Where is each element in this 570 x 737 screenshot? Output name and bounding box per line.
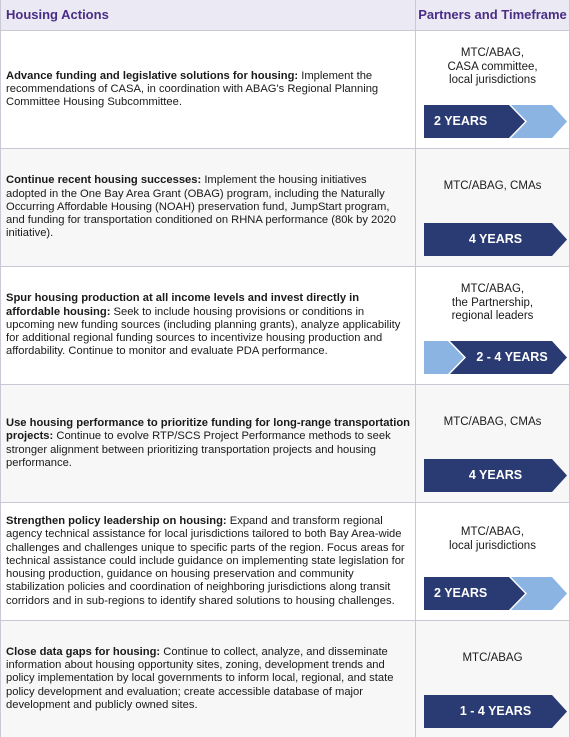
partners-cell: MTC/ABAG, CMAs 4 YEARS: [416, 149, 569, 266]
partner-line: MTC/ABAG,: [460, 47, 525, 59]
action-description: Strengthen policy leadership on housing:…: [6, 515, 410, 607]
partner-line: MTC/ABAG: [462, 652, 523, 664]
partners-text: MTC/ABAG, CMAs: [416, 416, 569, 430]
table-row: Advance funding and legislative solution…: [1, 31, 569, 149]
table-row: Strengthen policy leadership on housing:…: [1, 503, 569, 621]
action-cell: Advance funding and legislative solution…: [1, 31, 416, 148]
partners-cell: MTC/ABAG 1 - 4 YEARS: [416, 621, 569, 737]
action-title: Advance funding and legislative solution…: [6, 69, 299, 82]
timeframe-arrow: 4 YEARS: [424, 459, 567, 492]
action-description: Spur housing production at all income le…: [6, 292, 410, 358]
action-description: Advance funding and legislative solution…: [6, 70, 410, 110]
table-row: Use housing performance to prioritize fu…: [1, 385, 569, 503]
partners-cell: MTC/ABAG, local jurisdictions 2 YEARS: [416, 503, 569, 620]
partner-line: MTC/ABAG,: [460, 283, 525, 295]
timeframe-arrow: 2 - 4 YEARS: [424, 341, 567, 374]
action-cell: Close data gaps for housing: Continue to…: [1, 621, 416, 737]
timeframe-arrow: 4 YEARS: [424, 223, 567, 256]
partners-text: MTC/ABAG, local jurisdictions: [416, 526, 569, 553]
action-description: Close data gaps for housing: Continue to…: [6, 646, 410, 712]
partners-text: MTC/ABAG: [416, 652, 569, 666]
action-cell: Continue recent housing successes: Imple…: [1, 149, 416, 266]
timeframe-label: 2 - 4 YEARS: [476, 350, 548, 364]
partner-line: regional leaders: [451, 310, 534, 322]
partners-text: MTC/ABAG, the Partnership, regional lead…: [416, 283, 569, 324]
partner-line: MTC/ABAG, CMAs: [443, 416, 542, 428]
timeframe-label: 4 YEARS: [468, 232, 523, 246]
partner-line: CASA committee,: [447, 60, 538, 73]
action-body: Expand and transform regional agency tec…: [6, 515, 405, 607]
timeframe-label: 4 YEARS: [468, 468, 523, 482]
table-row: Spur housing production at all income le…: [1, 267, 569, 385]
timeframe-label: 2 YEARS: [434, 114, 488, 128]
timeframe-arrow: 2 YEARS: [424, 105, 567, 138]
action-title: Close data gaps for housing:: [6, 645, 161, 658]
partner-line: MTC/ABAG, CMAs: [443, 180, 542, 192]
action-body: Continue to evolve RTP/SCS Project Perfo…: [6, 430, 391, 469]
action-description: Use housing performance to prioritize fu…: [6, 417, 410, 470]
header-partners-timeframe: Partners and Timeframe: [418, 7, 567, 22]
action-title: Continue recent housing successes:: [6, 174, 202, 187]
partners-cell: MTC/ABAG, CASA committee, local jurisdic…: [416, 31, 569, 148]
partner-line: local jurisdictions: [449, 74, 536, 86]
timeframe-arrow: 2 YEARS: [424, 577, 567, 610]
action-cell: Strengthen policy leadership on housing:…: [1, 503, 416, 620]
partner-line: MTC/ABAG,: [460, 526, 525, 538]
action-cell: Use housing performance to prioritize fu…: [1, 385, 416, 502]
table-header: Housing Actions Partners and Timeframe: [1, 0, 569, 31]
timeframe-arrow: 1 - 4 YEARS: [424, 695, 567, 728]
action-title: Strengthen policy leadership on housing:: [6, 515, 227, 528]
table-row: Continue recent housing successes: Imple…: [1, 149, 569, 267]
action-cell: Spur housing production at all income le…: [1, 267, 416, 384]
partners-cell: MTC/ABAG, the Partnership, regional lead…: [416, 267, 569, 384]
header-housing-actions: Housing Actions: [1, 0, 416, 30]
timeframe-label: 1 - 4 YEARS: [459, 704, 532, 718]
timeframe-label: 2 YEARS: [434, 586, 488, 600]
table-row: Close data gaps for housing: Continue to…: [1, 621, 569, 737]
housing-actions-table: Housing Actions Partners and Timeframe A…: [0, 0, 570, 737]
partners-text: MTC/ABAG, CMAs: [416, 180, 569, 194]
action-description: Continue recent housing successes: Imple…: [6, 174, 410, 240]
partner-line: the Partnership,: [451, 296, 534, 309]
partners-cell: MTC/ABAG, CMAs 4 YEARS: [416, 385, 569, 502]
partners-text: MTC/ABAG, CASA committee, local jurisdic…: [416, 47, 569, 88]
partner-line: local jurisdictions: [449, 539, 536, 552]
